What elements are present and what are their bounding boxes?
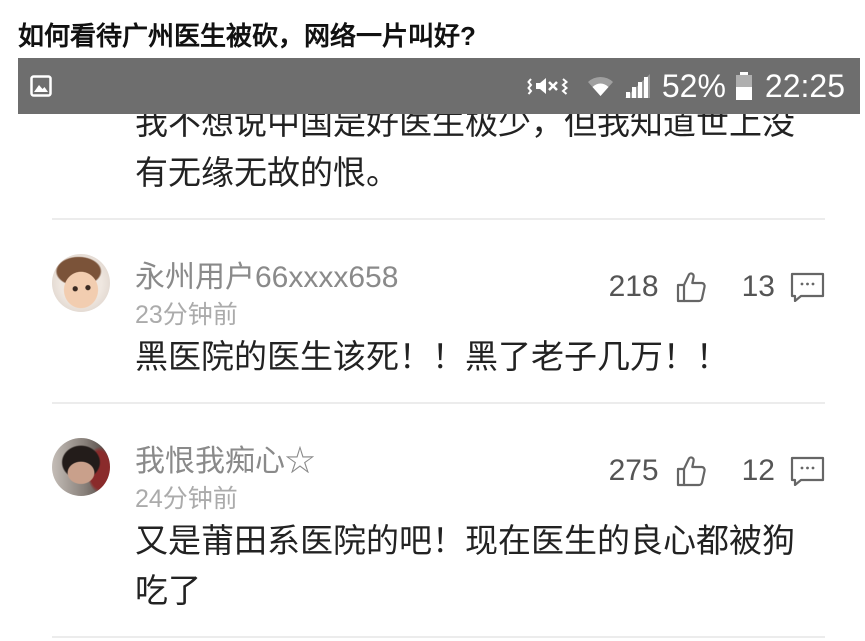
- like-count: 218: [608, 270, 659, 303]
- thumbs-up-icon: [675, 455, 707, 487]
- comment-timestamp: 24分钟前: [135, 485, 238, 513]
- phone-screenshot: 52% 22:25 我不想说中国是好医生极少，但我知道世上没有无缘无故的恨。 永…: [18, 58, 860, 641]
- reply-count: 13: [741, 270, 775, 303]
- comment-list: 永州用户66xxxx658 23分钟前 218 13 黑医院的医生该死！！黑了老…: [52, 218, 825, 638]
- comment-text: 黑医院的医生该死！！黑了老子几万！！: [135, 338, 729, 375]
- battery-icon: [735, 72, 753, 100]
- thumbs-up-icon: [675, 271, 707, 303]
- article-title: 如何看待广州医生被砍，网络一片叫好?: [18, 21, 476, 51]
- divider: [52, 636, 825, 638]
- reply-button[interactable]: 12: [742, 453, 825, 489]
- image-icon: [30, 75, 52, 97]
- status-bar: 52% 22:25: [18, 58, 860, 114]
- avatar[interactable]: [52, 254, 110, 312]
- reply-count: 12: [741, 454, 775, 487]
- comment-icon: [790, 272, 825, 302]
- status-indicators: 52% 22:25: [527, 58, 845, 114]
- like-button[interactable]: 275: [609, 453, 707, 489]
- like-button[interactable]: 218: [609, 269, 707, 305]
- comment-icon: [790, 456, 825, 486]
- comment-text: 又是莆田系医院的吧！现在医生的良心都被狗吃了: [135, 522, 795, 609]
- comment-item: 我恨我痴心☆ 24分钟前 275 12 又是莆田系医院的吧！现在医生的良心都被狗…: [52, 404, 825, 636]
- like-count: 275: [608, 454, 659, 487]
- vibrate-mute-icon: [527, 72, 569, 100]
- clock: 22:25: [764, 68, 845, 104]
- comment-item: 永州用户66xxxx658 23分钟前 218 13 黑医院的医生该死！！黑了老…: [52, 220, 825, 402]
- comment-timestamp: 23分钟前: [135, 301, 238, 329]
- signal-icon: [623, 73, 652, 99]
- wifi-icon: [587, 74, 614, 98]
- comment-stats: 275 12: [609, 453, 825, 489]
- avatar[interactable]: [52, 438, 110, 496]
- reply-button[interactable]: 13: [742, 269, 825, 305]
- battery-level: [735, 87, 752, 100]
- battery-percent: 52%: [661, 68, 726, 104]
- comment-stats: 218 13: [609, 269, 825, 305]
